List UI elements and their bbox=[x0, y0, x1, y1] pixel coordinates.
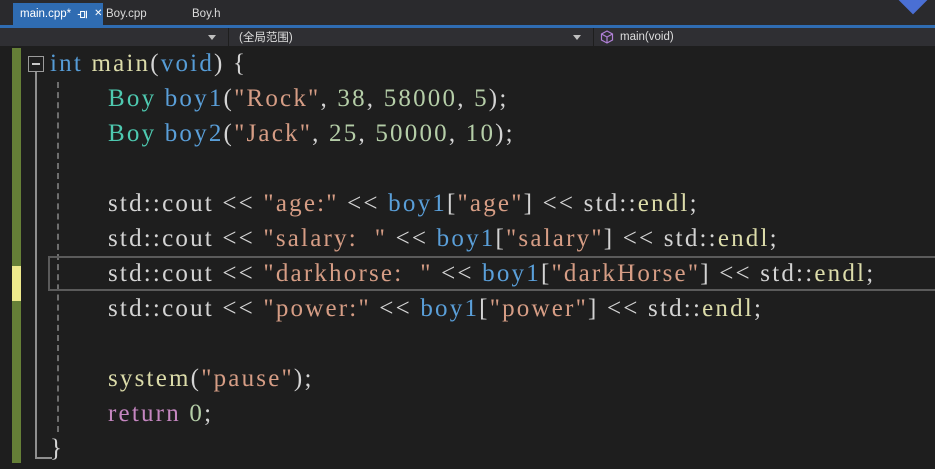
diamond-logo-icon bbox=[893, 0, 933, 15]
tab-strip: main.cpp* ✕ Boy.cpp Boy.h bbox=[0, 0, 935, 25]
chevron-down-icon bbox=[573, 35, 581, 44]
tab-boy-h-label: Boy.h bbox=[192, 8, 221, 20]
tab-boy-cpp-label: Boy.cpp bbox=[106, 8, 147, 20]
tab-boy-h[interactable]: Boy.h bbox=[192, 3, 242, 25]
tab-boy-cpp[interactable]: Boy.cpp bbox=[106, 3, 176, 25]
code-text: int main(void) {Boy boy1("Rock", 38, 580… bbox=[0, 46, 935, 466]
code-line[interactable]: } bbox=[0, 431, 935, 466]
code-line[interactable]: std::cout << "darkhorse: " << boy1["dark… bbox=[0, 256, 935, 291]
code-line[interactable]: Boy boy1("Rock", 38, 58000, 5); bbox=[0, 81, 935, 116]
member-dropdown[interactable]: main(void) bbox=[593, 28, 935, 46]
tab-main-cpp[interactable]: main.cpp* ✕ bbox=[13, 3, 103, 25]
code-line[interactable]: int main(void) { bbox=[0, 46, 935, 81]
scope-dropdown-value: (全局范围) bbox=[239, 32, 293, 44]
code-line[interactable] bbox=[0, 326, 935, 361]
navigation-bar: (全局范围) main(void) bbox=[0, 28, 935, 46]
code-line[interactable]: std::cout << "salary: " << boy1["salary"… bbox=[0, 221, 935, 256]
project-dropdown[interactable] bbox=[0, 28, 227, 46]
code-line[interactable]: system("pause"); bbox=[0, 361, 935, 396]
code-line[interactable]: Boy boy2("Jack", 25, 50000, 10); bbox=[0, 116, 935, 151]
vs-editor-window: main.cpp* ✕ Boy.cpp Boy.h (全局范围) main(vo… bbox=[0, 0, 935, 469]
chevron-down-icon bbox=[208, 35, 216, 44]
code-line[interactable]: return 0; bbox=[0, 396, 935, 431]
scope-dropdown[interactable]: (全局范围) bbox=[228, 28, 592, 46]
tab-main-cpp-label: main.cpp* bbox=[20, 8, 72, 20]
member-dropdown-value: main(void) bbox=[620, 31, 674, 43]
method-cube-icon bbox=[600, 30, 614, 44]
code-editor[interactable]: int main(void) {Boy boy1("Rock", 38, 580… bbox=[0, 46, 935, 469]
code-line[interactable]: std::cout << "age:" << boy1["age"] << st… bbox=[0, 186, 935, 221]
code-line[interactable]: std::cout << "power:" << boy1["power"] <… bbox=[0, 291, 935, 326]
code-line[interactable] bbox=[0, 151, 935, 186]
close-icon[interactable]: ✕ bbox=[94, 9, 102, 19]
pin-icon[interactable] bbox=[77, 9, 88, 20]
